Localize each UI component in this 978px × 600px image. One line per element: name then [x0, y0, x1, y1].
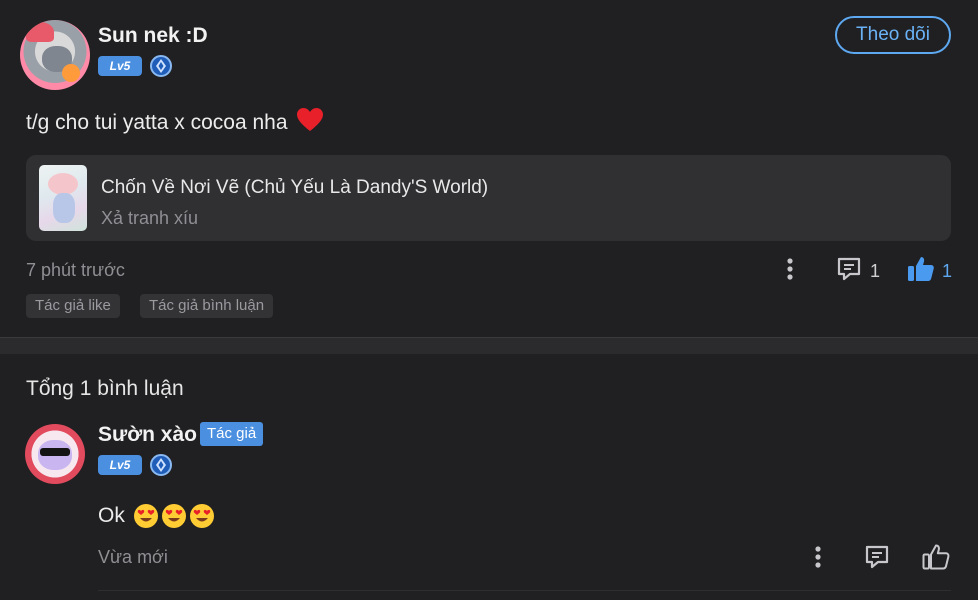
author-badge: Tác giả: [200, 422, 264, 446]
heart-eyes-emoji-icon: [189, 504, 214, 528]
article-subtitle: Xả tranh xíu: [101, 208, 199, 228]
comment-text: Ok: [98, 503, 215, 529]
heart-eyes-emoji-icon: [161, 504, 186, 528]
follow-button[interactable]: Theo dõi: [835, 16, 951, 54]
more-options-icon[interactable]: [780, 256, 800, 287]
like-count: 1: [942, 260, 953, 281]
comment-text-content: Ok: [98, 504, 125, 527]
post-author-name[interactable]: Sun nek :D: [98, 24, 208, 48]
post-text-content: t/g cho tui yatta x cocoa nha: [26, 111, 288, 134]
comment-author-level-badge: Lv5: [98, 455, 142, 475]
comment-timestamp: Vừa mới: [98, 547, 168, 567]
comment-author-avatar[interactable]: [25, 424, 85, 484]
like-button[interactable]: 1: [907, 255, 952, 287]
comment-separator: [98, 590, 951, 591]
reply-comment-icon[interactable]: [864, 544, 890, 575]
medal-icon: [150, 55, 172, 77]
tag-author-commented[interactable]: Tác giả bình luận: [140, 294, 274, 318]
comment-button[interactable]: 1: [836, 256, 880, 287]
post-text: t/g cho tui yatta x cocoa nha: [26, 108, 324, 138]
comment-author-name[interactable]: Sườn xào: [98, 423, 197, 447]
post-author-level-badge: Lv5: [98, 56, 142, 76]
comment-count: 1: [870, 261, 881, 281]
section-divider: [0, 337, 978, 354]
post-author-avatar[interactable]: [20, 20, 90, 90]
linked-article-card[interactable]: Chốn Về Nơi Vẽ (Chủ Yếu Là Dandy'S World…: [26, 155, 951, 241]
like-comment-icon[interactable]: [922, 543, 950, 575]
thumbs-up-icon: [907, 255, 935, 287]
article-title: Chốn Về Nơi Vẽ (Chủ Yếu Là Dandy'S World…: [101, 177, 489, 198]
heart-eyes-emoji-icon: [133, 504, 158, 528]
tag-author-liked[interactable]: Tác giả like: [26, 294, 120, 318]
medal-icon: [150, 454, 172, 476]
comments-total-label: Tổng 1 bình luận: [26, 377, 184, 400]
red-heart-emoji: [297, 108, 324, 138]
comment-more-options-icon[interactable]: [808, 544, 828, 575]
post-timestamp: 7 phút trước: [26, 260, 125, 280]
article-thumbnail: [39, 165, 87, 231]
comment-icon: [836, 256, 862, 287]
